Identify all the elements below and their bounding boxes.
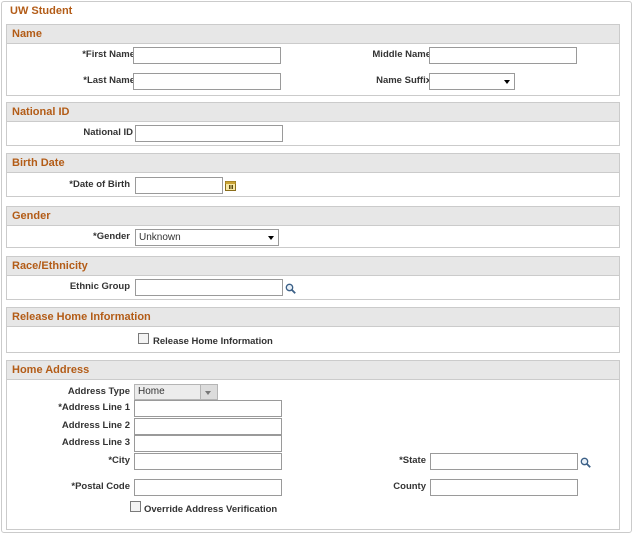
address-line-3-input[interactable] [134,435,282,452]
address-type-label: Address Type [67,386,130,397]
date-of-birth-label: *Date of Birth [69,179,130,190]
address-type-select[interactable]: Home [134,384,218,400]
override-address-verification-label: Override Address Verification [144,504,278,515]
gender-select[interactable]: Unknown [135,229,279,246]
middle-name-label: Middle Name [372,49,431,60]
release-home-checkbox-label: Release Home Information [153,336,273,347]
race-ethnicity-section: Race/Ethnicity Ethnic Group [6,256,620,300]
city-input[interactable] [134,453,282,470]
page-title: UW Student [10,5,73,17]
address-line-3-label: Address Line 3 [61,437,130,448]
name-section-title: Name [7,25,619,44]
gender-value: Unknown [139,232,181,243]
state-input[interactable] [430,453,578,470]
gender-label: *Gender [93,231,130,242]
city-label: *City [108,455,130,466]
chevron-down-icon [504,80,510,84]
middle-name-input[interactable] [429,47,577,64]
national-id-label: National ID [83,127,133,138]
address-line-2-label: Address Line 2 [61,420,130,431]
national-id-input[interactable] [135,125,283,142]
race-ethnicity-section-title: Race/Ethnicity [7,257,619,276]
national-id-section: National ID National ID [6,102,620,146]
birth-date-section-title: Birth Date [7,154,619,173]
postal-code-input[interactable] [134,479,282,496]
home-address-section: Home Address Address Type Home *Address … [6,360,620,530]
postal-code-label: *Postal Code [71,481,130,492]
address-line-2-input[interactable] [134,418,282,435]
home-address-section-title: Home Address [7,361,619,380]
date-of-birth-input[interactable] [135,177,223,194]
address-line-1-input[interactable] [134,400,282,417]
release-home-section-title: Release Home Information [7,308,619,327]
release-home-checkbox[interactable] [138,333,149,344]
first-name-input[interactable] [133,47,281,64]
ethnic-group-input[interactable] [135,279,283,296]
chevron-down-icon [268,236,274,240]
gender-section: Gender *Gender Unknown [6,206,620,248]
first-name-label: *First Name [82,49,135,60]
search-icon[interactable] [285,283,296,294]
calendar-icon[interactable] [225,180,236,191]
name-section: Name *First Name Middle Name *Last Name … [6,24,620,96]
county-input[interactable] [430,479,578,496]
gender-section-title: Gender [7,207,619,226]
ethnic-group-label: Ethnic Group [69,281,130,292]
last-name-input[interactable] [133,73,281,90]
name-suffix-select[interactable] [429,73,515,90]
state-label: *State [399,455,426,466]
release-home-section: Release Home Information Release Home In… [6,307,620,353]
last-name-label: *Last Name [83,75,135,86]
national-id-section-title: National ID [7,103,619,122]
name-suffix-label: Name Suffix [376,75,431,86]
search-icon[interactable] [580,457,591,468]
address-line-1-label: *Address Line 1 [58,402,130,413]
address-type-value: Home [138,386,165,397]
chevron-down-icon [200,385,217,399]
county-label: County [393,481,426,492]
override-address-verification-checkbox[interactable] [130,501,141,512]
birth-date-section: Birth Date *Date of Birth [6,153,620,197]
